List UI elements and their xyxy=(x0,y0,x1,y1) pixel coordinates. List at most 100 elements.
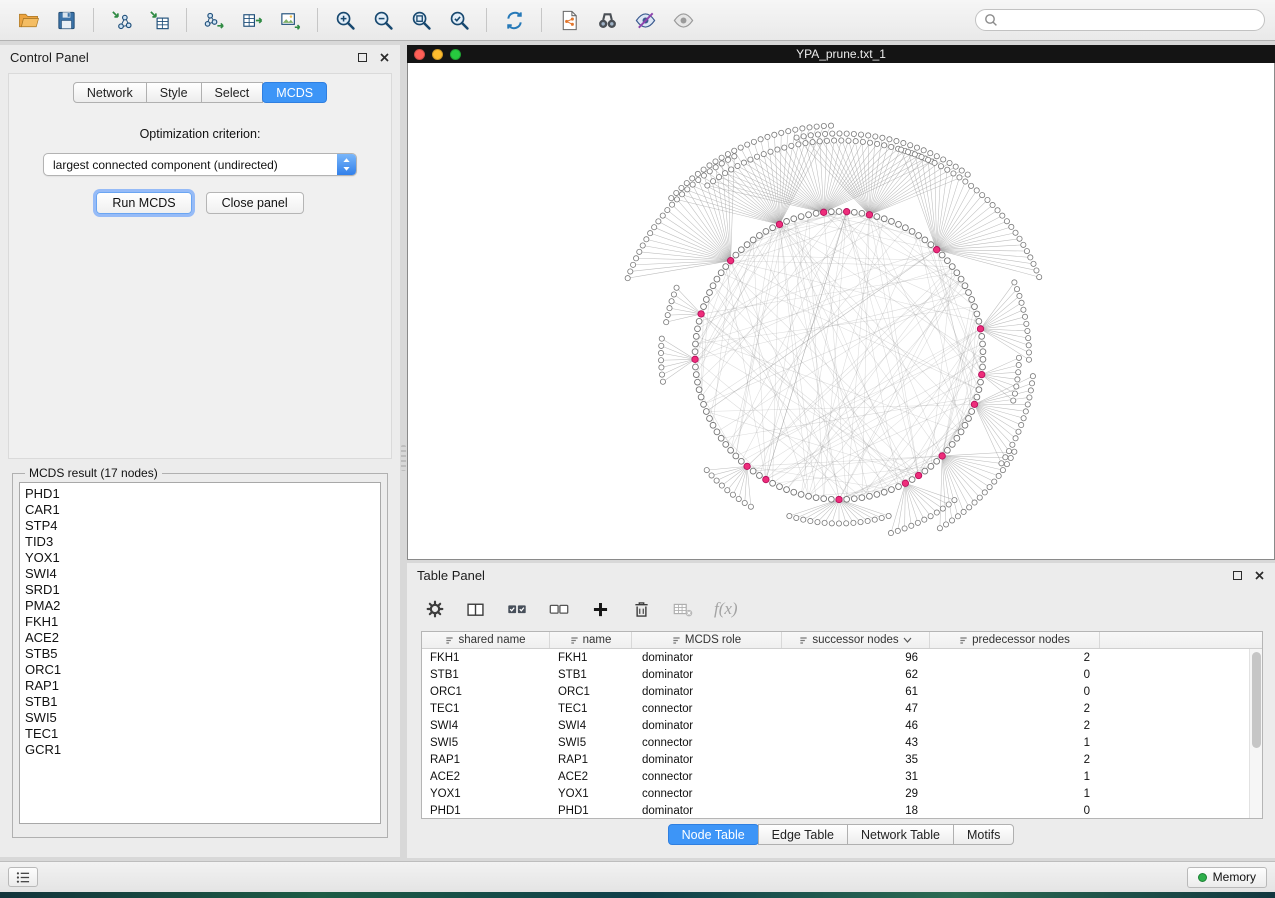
select-all-icon[interactable] xyxy=(506,598,528,620)
optimization-criterion-select[interactable]: largest connected component (undirected) xyxy=(43,153,357,176)
table-cell: dominator xyxy=(632,805,782,817)
tab-style[interactable]: Style xyxy=(146,82,202,103)
split-column-icon[interactable] xyxy=(465,599,486,620)
apply-layout-button[interactable] xyxy=(496,4,532,36)
table-row[interactable]: SWI4SWI4dominator462 xyxy=(422,717,1249,734)
table-row[interactable]: ACE2ACE2connector311 xyxy=(422,768,1249,785)
table-row[interactable]: STB1STB1dominator620 xyxy=(422,666,1249,683)
mcds-result-list[interactable]: PHD1CAR1STP4TID3YOX1SWI4SRD1PMA2FKH1ACE2… xyxy=(19,482,381,824)
result-item[interactable]: ACE2 xyxy=(25,630,380,646)
show-graphics-button[interactable] xyxy=(665,4,701,36)
add-column-icon[interactable] xyxy=(590,599,611,620)
float-panel-icon[interactable] xyxy=(358,53,367,62)
result-item[interactable]: STB5 xyxy=(25,646,380,662)
sort-chevron-down-icon xyxy=(903,637,912,643)
result-item[interactable]: PMA2 xyxy=(25,598,380,614)
zoom-fit-icon xyxy=(410,9,433,32)
open-document-button[interactable] xyxy=(551,4,587,36)
delete-column-icon[interactable] xyxy=(631,599,652,620)
result-item[interactable]: CAR1 xyxy=(25,502,380,518)
result-item[interactable]: RAP1 xyxy=(25,678,380,694)
minimize-window-icon[interactable] xyxy=(432,49,443,60)
import-network-button[interactable] xyxy=(103,4,139,36)
float-panel-icon[interactable] xyxy=(1233,571,1242,580)
table-row[interactable]: SWI5SWI5connector431 xyxy=(422,734,1249,751)
network-view-canvas[interactable] xyxy=(407,63,1275,560)
close-panel-icon[interactable] xyxy=(1254,570,1265,581)
column-header-successor-nodes[interactable]: successor nodes xyxy=(782,632,930,648)
close-window-icon[interactable] xyxy=(414,49,425,60)
column-header-predecessor-nodes[interactable]: predecessor nodes xyxy=(930,632,1100,648)
table-cell: FKH1 xyxy=(422,652,550,664)
unselect-all-icon[interactable] xyxy=(548,598,570,620)
result-item[interactable]: STB1 xyxy=(25,694,380,710)
node-table: shared name name MCDS role successor nod… xyxy=(421,631,1263,819)
scrollbar-thumb[interactable] xyxy=(1252,652,1261,748)
table-row[interactable]: ORC1ORC1dominator610 xyxy=(422,683,1249,700)
result-item[interactable]: GCR1 xyxy=(25,742,380,758)
toolbar-divider xyxy=(93,8,94,32)
result-item[interactable]: TID3 xyxy=(25,534,380,550)
result-item[interactable]: SRD1 xyxy=(25,582,380,598)
result-item[interactable]: FKH1 xyxy=(25,614,380,630)
table-cell: 46 xyxy=(782,720,930,732)
zoom-out-button[interactable] xyxy=(365,4,401,36)
save-session-button[interactable] xyxy=(48,4,84,36)
result-item[interactable]: PHD1 xyxy=(25,486,380,502)
table-row[interactable]: FKH1FKH1dominator962 xyxy=(422,649,1249,666)
result-item[interactable]: TEC1 xyxy=(25,726,380,742)
task-history-button[interactable] xyxy=(8,867,38,887)
network-graph-svg[interactable] xyxy=(408,63,1274,559)
table-cell: 1 xyxy=(930,788,1100,800)
result-item[interactable]: ORC1 xyxy=(25,662,380,678)
table-cell: connector xyxy=(632,737,782,749)
close-panel-button[interactable]: Close panel xyxy=(206,192,304,214)
tab-mcds[interactable]: MCDS xyxy=(262,82,327,103)
select-stepper-icon xyxy=(337,153,356,176)
find-button[interactable] xyxy=(589,4,625,36)
splitter-grip[interactable] xyxy=(401,445,406,471)
desktop-wallpaper-strip xyxy=(0,892,1275,898)
table-scrollbar[interactable] xyxy=(1249,649,1262,818)
import-table-button[interactable] xyxy=(141,4,177,36)
export-image-button[interactable] xyxy=(272,4,308,36)
tab-motifs[interactable]: Motifs xyxy=(953,824,1014,845)
tab-select[interactable]: Select xyxy=(201,82,264,103)
table-cell: connector xyxy=(632,771,782,783)
column-header-shared-name[interactable]: shared name xyxy=(422,632,550,648)
result-item[interactable]: YOX1 xyxy=(25,550,380,566)
table-row[interactable]: RAP1RAP1dominator352 xyxy=(422,751,1249,768)
table-cell: 0 xyxy=(930,805,1100,817)
close-panel-icon[interactable] xyxy=(379,52,390,63)
memory-button[interactable]: Memory xyxy=(1187,867,1267,888)
table-row[interactable]: PHD1PHD1dominator180 xyxy=(422,802,1249,818)
search-input[interactable] xyxy=(1003,13,1256,27)
result-item[interactable]: STP4 xyxy=(25,518,380,534)
zoom-fit-button[interactable] xyxy=(403,4,439,36)
column-header-name[interactable]: name xyxy=(550,632,632,648)
tab-node-table[interactable]: Node Table xyxy=(668,824,759,845)
tab-network-table[interactable]: Network Table xyxy=(847,824,954,845)
table-cell: SWI5 xyxy=(550,737,632,749)
search-field[interactable] xyxy=(975,9,1265,31)
tab-network[interactable]: Network xyxy=(73,82,147,103)
maximize-window-icon[interactable] xyxy=(450,49,461,60)
zoom-in-button[interactable] xyxy=(327,4,363,36)
vertical-splitter[interactable] xyxy=(400,45,407,861)
export-table-button[interactable] xyxy=(234,4,270,36)
hide-graphics-button[interactable] xyxy=(627,4,663,36)
zoom-selected-button[interactable] xyxy=(441,4,477,36)
tab-edge-table[interactable]: Edge Table xyxy=(758,824,848,845)
table-row[interactable]: YOX1YOX1connector291 xyxy=(422,785,1249,802)
export-network-button[interactable] xyxy=(196,4,232,36)
column-menu-icon xyxy=(445,636,454,645)
result-item[interactable]: SWI4 xyxy=(25,566,380,582)
result-item[interactable]: SWI5 xyxy=(25,710,380,726)
table-row[interactable]: TEC1TEC1connector472 xyxy=(422,700,1249,717)
table-cell: 1 xyxy=(930,737,1100,749)
column-header-mcds-role[interactable]: MCDS role xyxy=(632,632,782,648)
open-session-button[interactable] xyxy=(10,4,46,36)
gear-icon[interactable] xyxy=(425,599,445,619)
run-mcds-button[interactable]: Run MCDS xyxy=(96,192,191,214)
status-bar: Memory xyxy=(0,861,1275,892)
